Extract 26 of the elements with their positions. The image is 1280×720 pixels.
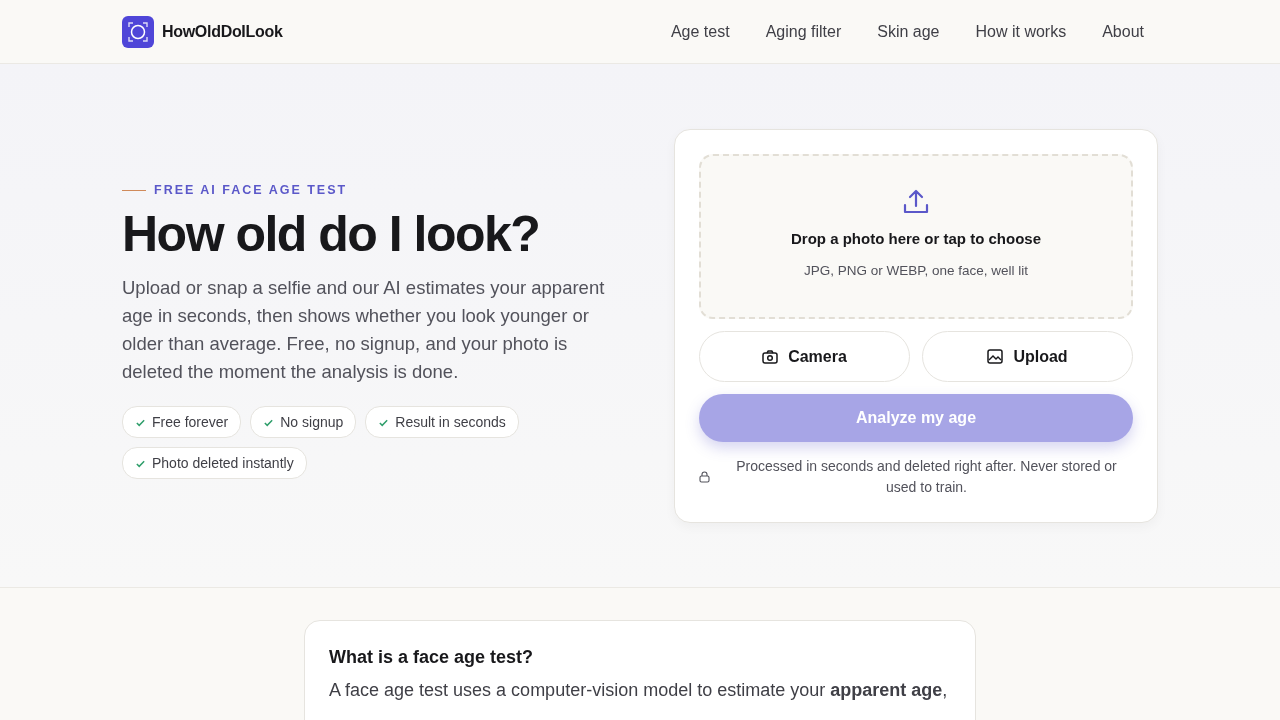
nav-link[interactable]: Age test — [670, 22, 730, 41]
drop-hint: JPG, PNG or WEBP, one face, well lit — [803, 263, 1029, 278]
privacy-note: Processed in seconds and deleted right after. Never stored or used to train. — [735, 457, 1118, 497]
nav-link[interactable]: About — [1102, 22, 1144, 41]
logo-icon — [122, 15, 154, 48]
feature-badge: Result in seconds — [365, 406, 519, 438]
upload-button[interactable]: Upload — [922, 331, 1133, 383]
nav-link[interactable]: How it works — [975, 22, 1067, 41]
lock-icon — [699, 471, 710, 483]
drop-title: Drop a photo here or tap to choose — [791, 230, 1041, 247]
eyebrow-label: FREE AI FACE AGE TEST — [154, 183, 348, 197]
faq-text: A face age test uses a computer-vision model to estimate your apparent age, — [329, 680, 949, 701]
upload-icon — [902, 188, 930, 216]
image-icon — [987, 349, 1004, 365]
hero-title: How old do I look? — [122, 207, 541, 262]
camera-icon — [762, 349, 779, 364]
brand-name: HowOldDoILook — [162, 22, 283, 41]
feature-badge: No signup — [250, 406, 357, 438]
camera-button[interactable]: Camera — [699, 331, 910, 383]
feature-badge: Photo deleted instantly — [122, 447, 307, 479]
nav-link[interactable]: Skin age — [877, 22, 940, 41]
nav-link[interactable]: Aging filter — [765, 22, 842, 41]
feature-badge: Free forever — [122, 406, 242, 438]
hero-description: Upload or snap a selfie and our AI estimates your apparent age in seconds, then shows whether you look younger or older than average. Free, no signup, and your photo is deleted the moment the analysis is done. — [122, 276, 606, 384]
faq-title: What is a face age test? — [329, 647, 535, 668]
drop-zone[interactable]: Drop a photo here or tap to choose JPG, PNG or WEBP, one face, well lit — [699, 154, 1133, 320]
